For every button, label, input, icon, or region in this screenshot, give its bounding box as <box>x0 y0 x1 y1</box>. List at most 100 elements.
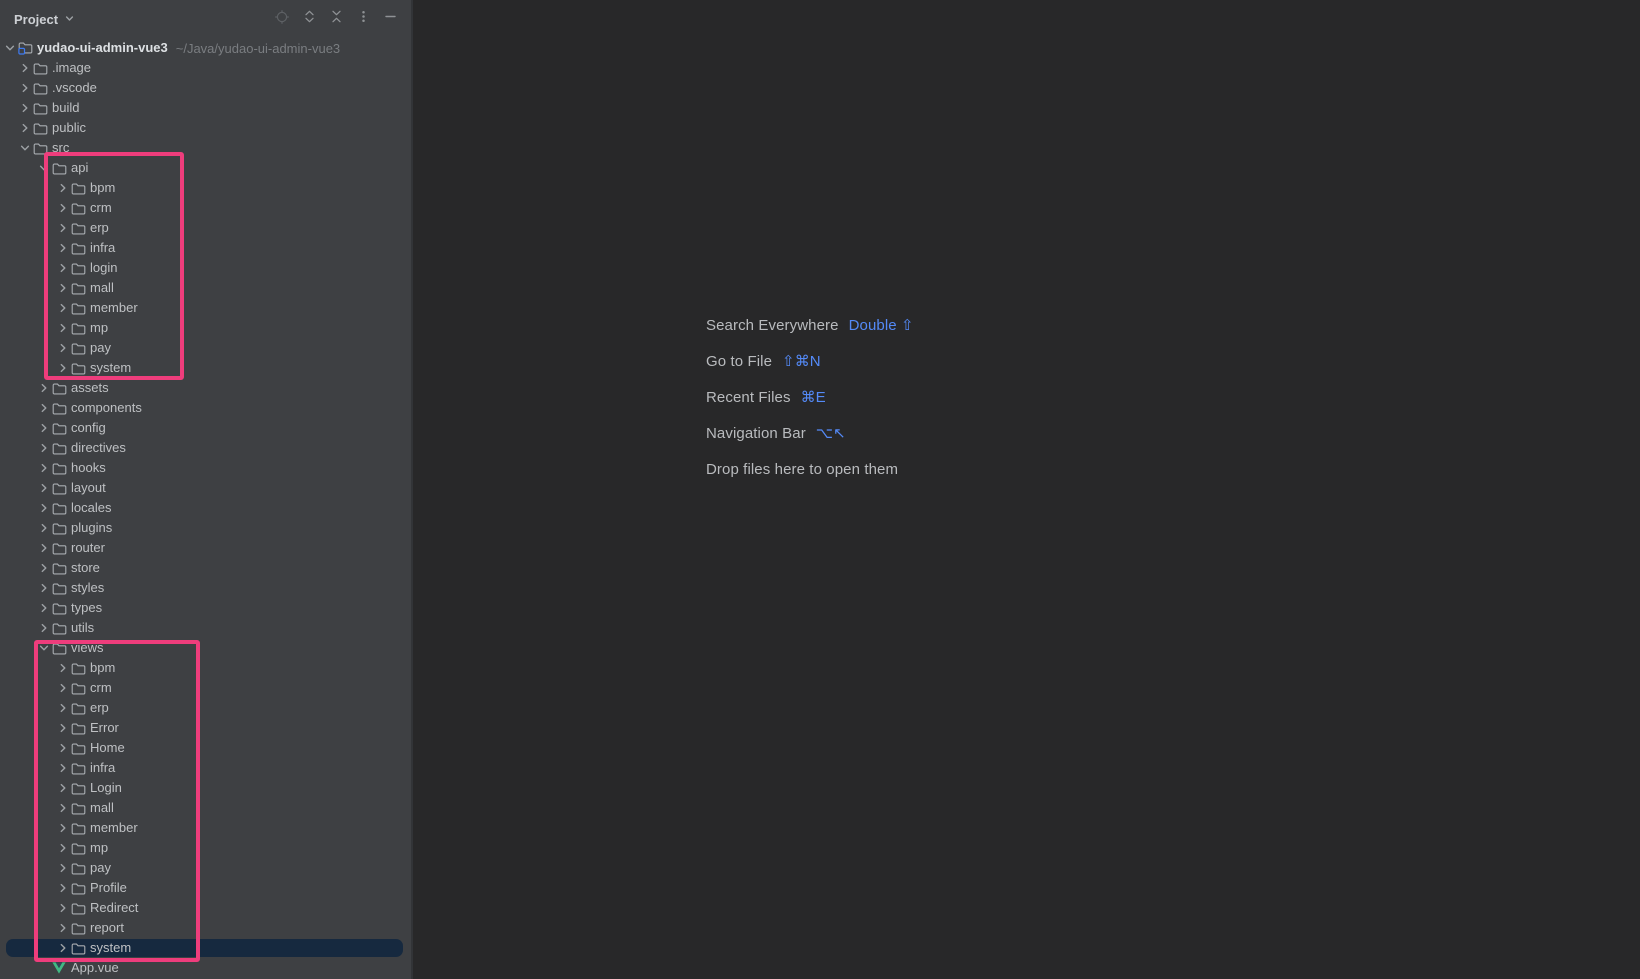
tree-item-bpm[interactable]: bpm <box>0 658 411 678</box>
tree-item-login[interactable]: Login <box>0 778 411 798</box>
chevron-collapsed-icon[interactable] <box>57 881 69 895</box>
chevron-collapsed-icon[interactable] <box>38 441 50 455</box>
tree-item--vscode[interactable]: .vscode <box>0 78 411 98</box>
chevron-collapsed-icon[interactable] <box>57 761 69 775</box>
tree-item-styles[interactable]: styles <box>0 578 411 598</box>
chevron-collapsed-icon[interactable] <box>57 801 69 815</box>
chevron-collapsed-icon[interactable] <box>57 681 69 695</box>
chevron-collapsed-icon[interactable] <box>57 741 69 755</box>
tree-item-src[interactable]: src <box>0 138 411 158</box>
tree-item-pay[interactable]: pay <box>0 338 411 358</box>
tree-item-types[interactable]: types <box>0 598 411 618</box>
chevron-collapsed-icon[interactable] <box>38 461 50 475</box>
tree-item-config[interactable]: config <box>0 418 411 438</box>
tree-item-erp[interactable]: erp <box>0 218 411 238</box>
tree-item-views[interactable]: views <box>0 638 411 658</box>
chevron-collapsed-icon[interactable] <box>57 861 69 875</box>
tree-item-home[interactable]: Home <box>0 738 411 758</box>
tree-item-erp[interactable]: erp <box>0 698 411 718</box>
chevron-collapsed-icon[interactable] <box>38 521 50 535</box>
chevron-collapsed-icon[interactable] <box>19 61 31 75</box>
chevron-collapsed-icon[interactable] <box>38 401 50 415</box>
chevron-collapsed-icon[interactable] <box>19 101 31 115</box>
tree-item-member[interactable]: member <box>0 298 411 318</box>
tree-item-locales[interactable]: locales <box>0 498 411 518</box>
chevron-collapsed-icon[interactable] <box>38 421 50 435</box>
tree-item-login[interactable]: login <box>0 258 411 278</box>
tree-item-profile[interactable]: Profile <box>0 878 411 898</box>
folder-icon <box>70 361 86 376</box>
chevron-collapsed-icon[interactable] <box>19 81 31 95</box>
tree-item-utils[interactable]: utils <box>0 618 411 638</box>
tree-item-app-vue[interactable]: App.vue <box>0 958 411 978</box>
tree-item-mp[interactable]: mp <box>0 318 411 338</box>
chevron-expanded-icon[interactable] <box>38 641 50 655</box>
tree-item-infra[interactable]: infra <box>0 758 411 778</box>
chevron-collapsed-icon[interactable] <box>57 721 69 735</box>
tree-item-layout[interactable]: layout <box>0 478 411 498</box>
chevron-collapsed-icon[interactable] <box>38 541 50 555</box>
chevron-collapsed-icon[interactable] <box>57 821 69 835</box>
tree-item-store[interactable]: store <box>0 558 411 578</box>
tree-item-report[interactable]: report <box>0 918 411 938</box>
chevron-collapsed-icon[interactable] <box>57 241 69 255</box>
tree-item-assets[interactable]: assets <box>0 378 411 398</box>
chevron-collapsed-icon[interactable] <box>57 221 69 235</box>
tool-window-title-dropdown[interactable]: Project <box>14 12 75 27</box>
tree-item-mall[interactable]: mall <box>0 798 411 818</box>
chevron-collapsed-icon[interactable] <box>57 841 69 855</box>
tree-item-system[interactable]: system <box>0 358 411 378</box>
chevron-collapsed-icon[interactable] <box>57 361 69 375</box>
chevron-collapsed-icon[interactable] <box>57 321 69 335</box>
chevron-collapsed-icon[interactable] <box>57 901 69 915</box>
chevron-collapsed-icon[interactable] <box>57 301 69 315</box>
tree-item-member[interactable]: member <box>0 818 411 838</box>
chevron-collapsed-icon[interactable] <box>57 201 69 215</box>
chevron-collapsed-icon[interactable] <box>57 261 69 275</box>
tree-item-directives[interactable]: directives <box>0 438 411 458</box>
chevron-collapsed-icon[interactable] <box>38 381 50 395</box>
tree-item-mp[interactable]: mp <box>0 838 411 858</box>
chevron-collapsed-icon[interactable] <box>38 501 50 515</box>
tree-item--image[interactable]: .image <box>0 58 411 78</box>
tree-item-infra[interactable]: infra <box>0 238 411 258</box>
more-options-button[interactable] <box>355 11 371 27</box>
chevron-collapsed-icon[interactable] <box>57 781 69 795</box>
locate-opened-file-button[interactable] <box>274 11 290 27</box>
tree-item-hooks[interactable]: hooks <box>0 458 411 478</box>
tree-item-redirect[interactable]: Redirect <box>0 898 411 918</box>
chevron-collapsed-icon[interactable] <box>19 121 31 135</box>
tree-item-pay[interactable]: pay <box>0 858 411 878</box>
chevron-collapsed-icon[interactable] <box>38 561 50 575</box>
chevron-collapsed-icon[interactable] <box>38 481 50 495</box>
tree-item-api[interactable]: api <box>0 158 411 178</box>
hide-tool-window-button[interactable] <box>382 11 398 27</box>
tree-item-public[interactable]: public <box>0 118 411 138</box>
chevron-collapsed-icon[interactable] <box>57 661 69 675</box>
tree-item-plugins[interactable]: plugins <box>0 518 411 538</box>
tree-item-system[interactable]: system <box>0 938 411 958</box>
chevron-collapsed-icon[interactable] <box>38 621 50 635</box>
chevron-expanded-icon[interactable] <box>4 41 16 55</box>
collapse-all-button[interactable] <box>328 11 344 27</box>
tree-item-crm[interactable]: crm <box>0 678 411 698</box>
chevron-collapsed-icon[interactable] <box>57 941 69 955</box>
tree-item-components[interactable]: components <box>0 398 411 418</box>
tree-item-router[interactable]: router <box>0 538 411 558</box>
expand-all-button[interactable] <box>301 11 317 27</box>
tree-item-yudao-ui-admin-vue3[interactable]: yudao-ui-admin-vue3~/Java/yudao-ui-admin… <box>0 38 411 58</box>
chevron-expanded-icon[interactable] <box>19 141 31 155</box>
chevron-collapsed-icon[interactable] <box>57 701 69 715</box>
chevron-collapsed-icon[interactable] <box>57 341 69 355</box>
tree-item-crm[interactable]: crm <box>0 198 411 218</box>
tree-item-mall[interactable]: mall <box>0 278 411 298</box>
tree-item-bpm[interactable]: bpm <box>0 178 411 198</box>
chevron-collapsed-icon[interactable] <box>57 921 69 935</box>
tree-item-build[interactable]: build <box>0 98 411 118</box>
chevron-collapsed-icon[interactable] <box>38 601 50 615</box>
chevron-collapsed-icon[interactable] <box>57 181 69 195</box>
chevron-expanded-icon[interactable] <box>38 161 50 175</box>
chevron-collapsed-icon[interactable] <box>38 581 50 595</box>
tree-item-error[interactable]: Error <box>0 718 411 738</box>
chevron-collapsed-icon[interactable] <box>57 281 69 295</box>
